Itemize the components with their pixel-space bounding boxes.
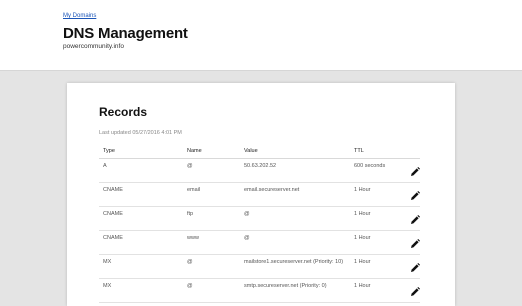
- table-row: CNAME email email.secureserver.net 1 Hou…: [99, 183, 420, 207]
- record-name: @: [187, 163, 193, 169]
- record-ttl: 1 Hour: [354, 211, 371, 217]
- table-row: MX @ mailstore1.secureserver.net (Priori…: [99, 255, 420, 279]
- record-name: @: [187, 283, 193, 289]
- pencil-icon[interactable]: [410, 239, 420, 249]
- pencil-icon[interactable]: [410, 191, 420, 201]
- pencil-icon[interactable]: [410, 167, 420, 177]
- table-row: CNAME ftp @ 1 Hour: [99, 207, 420, 231]
- pencil-icon[interactable]: [410, 215, 420, 225]
- page-header: My Domains DNS Management powercommunity…: [0, 0, 522, 71]
- record-value: email.secureserver.net: [244, 187, 300, 193]
- column-header-value: Value: [244, 148, 258, 154]
- record-type: CNAME: [103, 211, 123, 217]
- records-title: Records: [99, 105, 148, 119]
- record-value: 50.63.202.52: [244, 163, 277, 169]
- record-name: www: [187, 235, 199, 241]
- record-ttl: 600 seconds: [354, 163, 386, 169]
- record-ttl: 1 Hour: [354, 235, 371, 241]
- table-row: MX @ smtp.secureserver.net (Priority: 0)…: [99, 279, 420, 303]
- record-ttl: 1 Hour: [354, 259, 371, 265]
- record-type: A: [103, 163, 107, 169]
- table-row: CNAME www @ 1 Hour: [99, 231, 420, 255]
- pencil-icon[interactable]: [410, 263, 420, 273]
- record-value: smtp.secureserver.net (Priority: 0): [244, 283, 327, 289]
- record-type: MX: [103, 259, 112, 265]
- record-name: email: [187, 187, 201, 193]
- table-row: A @ 50.63.202.52 600 seconds: [99, 159, 420, 183]
- record-value: @: [244, 235, 250, 241]
- record-value: @: [244, 211, 250, 217]
- record-ttl: 1 Hour: [354, 283, 371, 289]
- record-type: CNAME: [103, 187, 123, 193]
- column-header-ttl: TTL: [354, 148, 364, 154]
- record-type: MX: [103, 283, 112, 289]
- record-type: CNAME: [103, 235, 123, 241]
- column-header-type: Type: [103, 148, 115, 154]
- column-header-name: Name: [187, 148, 202, 154]
- breadcrumb-my-domains[interactable]: My Domains: [63, 13, 96, 19]
- record-value: mailstore1.secureserver.net (Priority: 1…: [244, 259, 344, 265]
- record-name: @: [187, 259, 193, 265]
- table-header: Type Name Value TTL: [99, 145, 420, 159]
- page-title: DNS Management: [63, 25, 188, 42]
- pencil-icon[interactable]: [410, 287, 420, 297]
- record-name: ftp: [187, 211, 194, 217]
- record-ttl: 1 Hour: [354, 187, 371, 193]
- last-updated-text: Last updated 05/27/2016 4:01 PM: [99, 130, 182, 136]
- domain-name: powercommunity.info: [63, 43, 124, 50]
- records-card: Records Last updated 05/27/2016 4:01 PM …: [67, 83, 455, 306]
